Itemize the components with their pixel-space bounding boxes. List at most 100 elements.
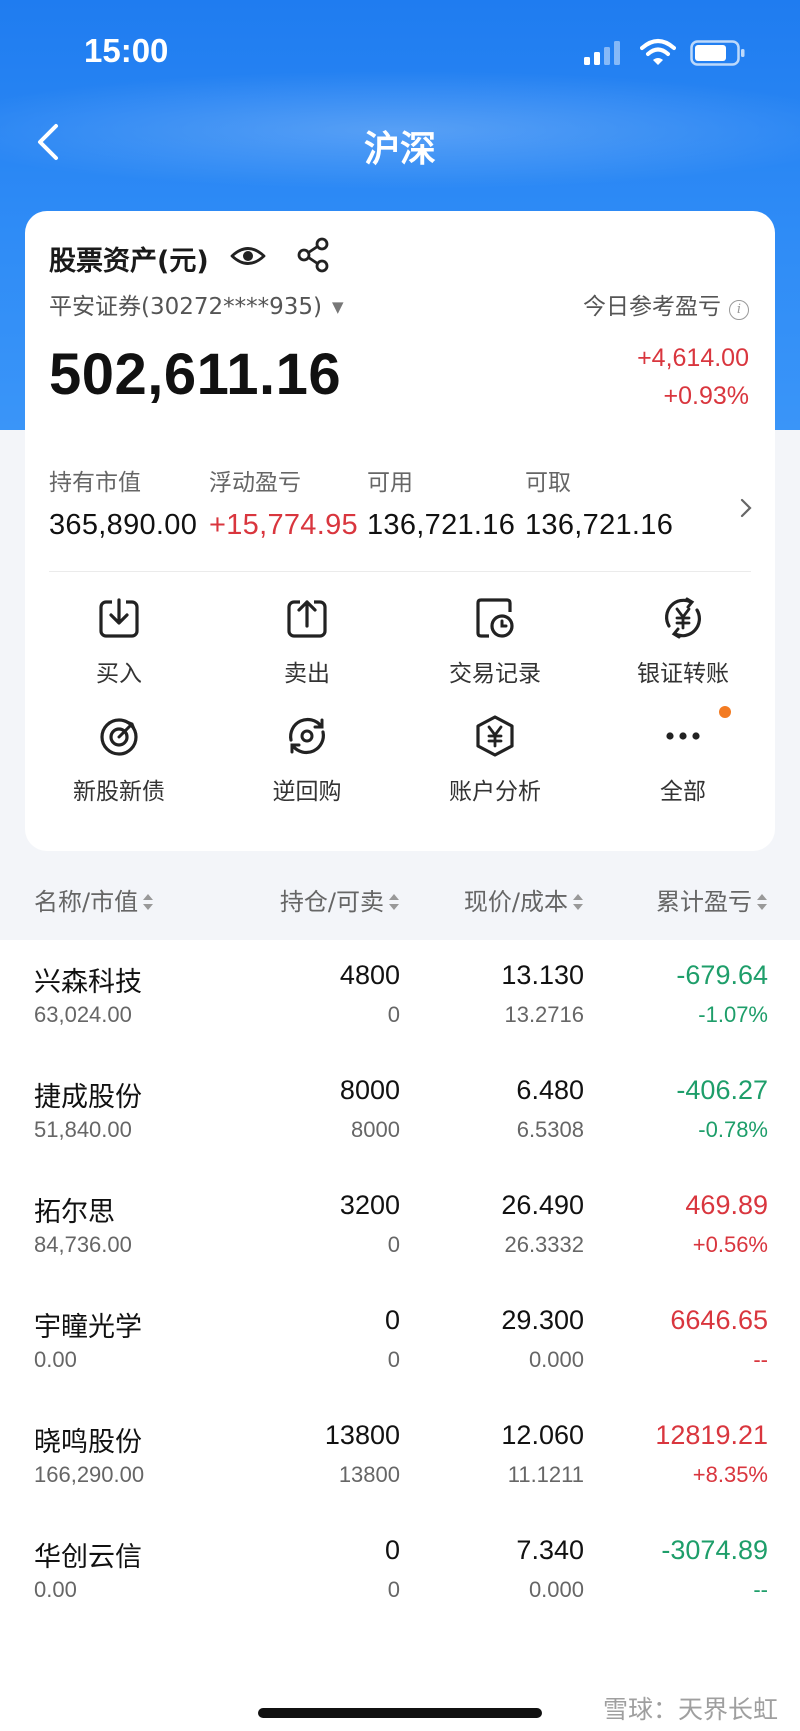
total-pl-percent: -0.78%: [698, 1117, 768, 1142]
total-pl-percent: +8.35%: [692, 1462, 768, 1487]
price: 6.480: [516, 1075, 584, 1105]
asset-title: 股票资产(元): [49, 246, 209, 277]
total-pl: -3074.89: [661, 1535, 768, 1565]
today-pl-label-text: 今日参考盈亏: [583, 294, 721, 320]
today-pl: +4,614.00 +0.93%: [637, 339, 749, 415]
cellular-signal-icon: [584, 41, 620, 65]
market-value: 84,736.00: [34, 1232, 132, 1257]
action-label: 逆回购: [272, 779, 342, 805]
action-label: 新股新债: [73, 779, 165, 805]
sellable: 0: [387, 1577, 400, 1602]
stock-name: 拓尔思: [34, 1197, 115, 1228]
stat-floating-pl: 浮动盈亏 +15,774.95: [209, 463, 358, 542]
home-indicator[interactable]: [258, 1708, 542, 1718]
total-pl: 6646.65: [670, 1305, 768, 1335]
total-pl-percent: -1.07%: [698, 1002, 768, 1027]
quick-actions: 买入 卖出 交易记录 银证转账 新股新债 逆回购 账户分析 全部: [25, 596, 775, 836]
action-label: 买入: [96, 661, 142, 687]
stat-value: 136,721.16: [525, 509, 674, 541]
total-pl: -406.27: [676, 1075, 768, 1105]
stock-name: 兴森科技: [34, 967, 142, 998]
stat-label: 持有市值: [49, 470, 141, 496]
total-pl: 469.89: [685, 1190, 768, 1220]
table-row[interactable]: 宇瞳光学 0.00 0 0 29.300 0.000 6646.65 --: [0, 1285, 800, 1400]
sort-name-mv[interactable]: 名称/市值: [34, 882, 154, 917]
today-pl-label: 今日参考盈亏 i: [583, 287, 749, 321]
cost: 0.000: [528, 1577, 584, 1602]
price: 12.060: [501, 1420, 584, 1450]
trade-record-icon: [476, 598, 514, 638]
buy-icon: [99, 598, 139, 638]
sellable: 8000: [351, 1117, 400, 1142]
stat-withdrawable: 可取 136,721.16: [525, 463, 673, 542]
action-label: 全部: [660, 779, 706, 805]
watermark: 雪球：天界长虹: [602, 1695, 778, 1724]
stat-label: 浮动盈亏: [209, 470, 301, 496]
stat-label: 可取: [525, 470, 571, 496]
dropdown-triangle-icon: ▼: [332, 298, 344, 316]
market-value: 0.00: [34, 1347, 77, 1372]
more-icon: [666, 732, 700, 740]
cost: 26.3332: [504, 1232, 584, 1257]
eye-icon[interactable]: [230, 241, 266, 271]
account-label: 平安证券(30272****935): [49, 294, 323, 320]
sort-icon: [389, 894, 399, 910]
sort-icon: [573, 894, 583, 910]
sell-icon: [287, 599, 327, 638]
action-label: 交易记录: [449, 661, 541, 687]
status-bar: 15:00: [0, 0, 800, 104]
position: 0: [384, 1305, 400, 1335]
bank-transfer-icon: [665, 597, 701, 639]
all-button[interactable]: 全部: [589, 706, 777, 824]
bank-transfer-button[interactable]: 银证转账: [589, 596, 777, 706]
sellable: 0: [387, 1002, 400, 1027]
ipo-icon: [100, 718, 138, 756]
table-row[interactable]: 晓鸣股份 166,290.00 13800 13800 12.060 11.12…: [0, 1400, 800, 1515]
column-header-label: 名称/市值: [34, 888, 139, 916]
account-analysis-button[interactable]: 账户分析: [401, 714, 589, 824]
sort-icon: [143, 894, 154, 910]
price: 29.300: [501, 1305, 584, 1335]
today-pl-percent: +0.93%: [663, 382, 750, 410]
trade-record-button[interactable]: 交易记录: [401, 596, 589, 706]
today-pl-amount: +4,614.00: [637, 344, 749, 372]
ipo-button[interactable]: 新股新债: [25, 714, 213, 824]
share-icon[interactable]: [297, 237, 331, 273]
info-icon[interactable]: i: [729, 300, 749, 320]
stock-name: 晓鸣股份: [34, 1427, 142, 1458]
market-value: 0.00: [34, 1577, 77, 1602]
buy-button[interactable]: 买入: [25, 596, 213, 706]
price: 7.340: [516, 1535, 584, 1565]
action-label: 账户分析: [449, 779, 541, 805]
stat-value: 136,721.16: [367, 509, 516, 541]
stat-available: 可用 136,721.16: [367, 463, 515, 542]
cost: 13.2716: [504, 1002, 584, 1027]
table-row[interactable]: 兴森科技 63,024.00 4800 0 13.130 13.2716 -67…: [0, 940, 800, 1055]
table-row[interactable]: 华创云信 0.00 0 0 7.340 0.000 -3074.89 --: [0, 1515, 800, 1630]
stock-name: 华创云信: [34, 1542, 142, 1573]
position: 13800: [324, 1420, 400, 1450]
sort-position[interactable]: 持仓/可卖: [280, 882, 400, 917]
account-selector[interactable]: 平安证券(30272****935) ▼: [49, 287, 344, 321]
table-row[interactable]: 拓尔思 84,736.00 3200 0 26.490 26.3332 469.…: [0, 1170, 800, 1285]
sell-button[interactable]: 卖出: [213, 596, 401, 706]
sort-total-pl[interactable]: 累计盈亏: [656, 882, 768, 917]
position: 3200: [339, 1190, 400, 1220]
stat-label: 可用: [367, 470, 413, 496]
asset-stats[interactable]: 持有市值 365,890.00 浮动盈亏 +15,774.95 可用 136,7…: [49, 463, 749, 563]
total-pl: 12819.21: [655, 1420, 768, 1450]
reverse-repo-button[interactable]: 逆回购: [213, 714, 401, 824]
total-pl-percent: --: [753, 1577, 768, 1602]
market-value: 51,840.00: [34, 1117, 132, 1142]
position: 4800: [339, 960, 400, 990]
table-row[interactable]: 捷成股份 51,840.00 8000 8000 6.480 6.5308 -4…: [0, 1055, 800, 1170]
stock-name: 宇瞳光学: [34, 1312, 142, 1343]
battery-icon: [690, 40, 745, 66]
price: 13.130: [501, 960, 584, 990]
action-label: 银证转账: [637, 661, 729, 687]
stat-value: 365,890.00: [49, 509, 198, 541]
nav-bar: 沪深: [0, 104, 800, 180]
sort-price-cost[interactable]: 现价/成本: [464, 882, 584, 917]
chevron-right-icon[interactable]: [737, 493, 757, 523]
price: 26.490: [501, 1190, 584, 1220]
